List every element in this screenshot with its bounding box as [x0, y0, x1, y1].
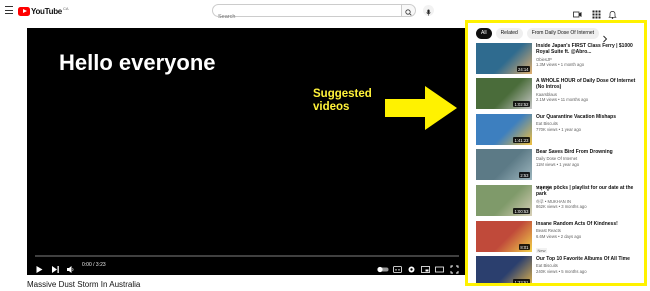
volume-icon[interactable]: [66, 261, 75, 273]
view-stats: 240K views • 5 months ago: [536, 268, 587, 274]
view-stats: 862K views • 3 months ago: [536, 204, 587, 210]
suggested-videos-sidebar: All Related From Daily Dose Of Internet …: [465, 20, 647, 286]
video-thumbnail[interactable]: 1:33:51: [476, 256, 532, 285]
video-title-link[interactable]: Insane Random Acts Of Kindness!: [536, 221, 644, 227]
video-title-link[interactable]: A WHOLE HOUR of Daily Dose Of Internet (…: [536, 78, 644, 91]
autoplay-toggle[interactable]: [377, 261, 389, 273]
view-stats: 770K views • 1 year ago: [536, 126, 581, 132]
create-video-icon[interactable]: [573, 6, 582, 18]
microphone-icon: [426, 9, 431, 16]
progress-bar[interactable]: [35, 255, 459, 257]
recommendation-item[interactable]: 1:00:53 หลุดพูด pöcks | playlist for our …: [476, 185, 644, 216]
chip-all[interactable]: All: [476, 28, 492, 39]
subtitles-icon[interactable]: [393, 261, 402, 273]
video-thumbnail[interactable]: 2:53: [476, 149, 532, 180]
next-video-icon[interactable]: [51, 261, 60, 273]
video-duration: 24:14: [516, 66, 530, 72]
settings-gear-icon[interactable]: [407, 261, 416, 273]
apps-grid-icon[interactable]: [592, 6, 601, 19]
filter-chips: All Related From Daily Dose Of Internet: [476, 28, 600, 39]
recommendation-item[interactable]: 1:33:51 Our Top 10 Favorite Albums Of All…: [476, 256, 644, 285]
recommendation-item[interactable]: 24:14 Inside Japan's FIRST Class Ferry | …: [476, 43, 644, 74]
hamburger-menu-icon[interactable]: [5, 6, 13, 14]
video-duration: 1:02:52: [513, 101, 530, 107]
view-stats: 6.6M views • 2 days ago: [536, 233, 582, 239]
view-stats: 1.3M views • 1 month ago: [536, 62, 585, 68]
recommendation-item[interactable]: 1:41:23 Our Quarantine Vacation Mishaps Ea…: [476, 114, 644, 145]
annotation-line-1: Suggested: [313, 88, 372, 100]
video-duration: 8:01: [518, 244, 530, 250]
video-meta: Inside Japan's FIRST Class Ferry | $1000…: [536, 43, 644, 68]
voice-search-button[interactable]: [423, 5, 434, 16]
youtube-logo[interactable]: YouTube CA: [18, 5, 69, 17]
time-display: 0:00 / 3:23: [82, 262, 106, 268]
chevron-right-icon[interactable]: [602, 30, 608, 43]
video-title: Massive Dust Storm In Australia: [27, 280, 141, 289]
fullscreen-icon[interactable]: [450, 261, 459, 274]
video-meta: Our Top 10 Favorite Albums Of All Time Ea…: [536, 256, 644, 274]
recommendation-item[interactable]: 8:01 Insane Random Acts Of Kindness! Beast…: [476, 221, 644, 254]
video-meta: A WHOLE HOUR of Daily Dose Of Internet (…: [536, 78, 644, 103]
video-title-link[interactable]: หลุดพูด pöcks | playlist for our date at…: [536, 185, 644, 198]
play-icon[interactable]: [35, 261, 44, 273]
search-icon: [405, 9, 412, 16]
annotation-line-2: videos: [313, 101, 350, 113]
video-duration: 1:00:53: [513, 208, 530, 214]
view-stats: 2.1M views • 11 months ago: [536, 97, 589, 103]
annotation-arrow-icon: [385, 86, 457, 130]
theater-mode-icon[interactable]: [435, 261, 444, 273]
search-box: [212, 4, 402, 23]
notifications-bell-icon[interactable]: [608, 6, 617, 19]
video-thumbnail[interactable]: 24:14: [476, 43, 532, 74]
logo-text: YouTube: [31, 6, 62, 16]
suggested-videos-annotation: Suggested videos: [313, 88, 372, 114]
video-meta: Bear Saves Bird From Drowning Daily Dose …: [536, 149, 644, 167]
video-duration: 2:53: [518, 172, 530, 178]
player-controls: 0:00 / 3:23: [27, 259, 467, 274]
youtube-play-icon: [18, 6, 30, 16]
video-title-link[interactable]: Bear Saves Bird From Drowning: [536, 149, 644, 155]
video-meta: Our Quarantine Vacation Mishaps Eat Biscu…: [536, 114, 644, 132]
logo-country: CA: [62, 5, 69, 11]
video-thumbnail[interactable]: 1:00:53: [476, 185, 532, 216]
view-stats: 11M views • 1 year ago: [536, 161, 580, 167]
video-duration: 1:41:23: [513, 137, 530, 143]
video-thumbnail[interactable]: 1:41:23: [476, 114, 532, 145]
video-meta: Insane Random Acts Of Kindness! Beast Rea…: [536, 221, 644, 257]
video-overlay-text: Hello everyone: [59, 50, 216, 75]
search-button[interactable]: [401, 4, 416, 17]
miniplayer-icon[interactable]: [421, 261, 430, 273]
video-duration: 1:33:51: [513, 279, 530, 285]
video-title-link[interactable]: Our Top 10 Favorite Albums Of All Time: [536, 256, 644, 262]
video-title-link[interactable]: Inside Japan's FIRST Class Ferry | $1000…: [536, 43, 644, 56]
recommendation-item[interactable]: 1:02:52 A WHOLE HOUR of Daily Dose Of Int…: [476, 78, 644, 109]
recommendation-item[interactable]: 2:53 Bear Saves Bird From Drowning Daily D…: [476, 149, 644, 180]
video-thumbnail[interactable]: 1:02:52: [476, 78, 532, 109]
video-player[interactable]: Hello everyone Suggested videos 0:00 / 3…: [27, 28, 467, 275]
chip-from-channel[interactable]: From Daily Dose Of Internet: [526, 28, 600, 39]
video-meta: หลุดพูด pöcks | playlist for our date at…: [536, 185, 644, 210]
top-header: YouTube CA: [0, 0, 650, 23]
video-thumbnail[interactable]: 8:01: [476, 221, 532, 252]
new-badge: New: [536, 248, 548, 254]
video-title-link[interactable]: Our Quarantine Vacation Mishaps: [536, 114, 644, 120]
search-input[interactable]: [213, 11, 388, 23]
chip-related[interactable]: Related: [495, 28, 523, 39]
